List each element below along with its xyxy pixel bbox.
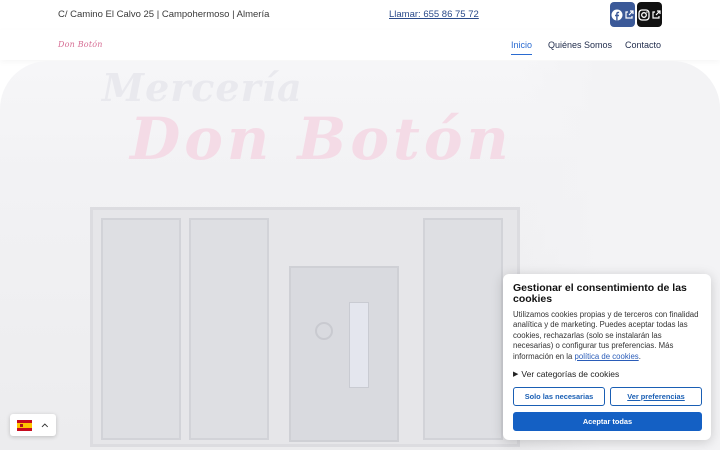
phone-link[interactable]: Llamar: 655 86 75 72 [389, 9, 479, 20]
shop-window-left [101, 218, 181, 440]
nav-item-contacto[interactable]: Contacto [625, 40, 661, 50]
top-bar: C/ Camino El Calvo 25 | Campohermoso | A… [0, 0, 720, 30]
facebook-icon [611, 9, 623, 20]
view-preferences-button[interactable]: Ver preferencias [610, 387, 702, 406]
instagram-icon [638, 8, 650, 21]
accept-all-button[interactable]: Aceptar todas [513, 412, 702, 431]
cookie-description: Utilizamos cookies propias y de terceros… [513, 310, 701, 362]
cookie-title: Gestionar el consentimiento de las cooki… [513, 282, 687, 305]
chevron-up-icon [41, 422, 49, 427]
instagram-link[interactable] [637, 2, 662, 27]
nav-item-inicio[interactable]: Inicio [511, 40, 533, 55]
site-logo[interactable]: Don Botón [58, 40, 103, 49]
cookie-button-row: Solo las necesarias Ver preferencias [513, 387, 702, 406]
door-sign-circle [315, 322, 333, 340]
main-navbar: Don Botón Inicio Quiénes Somos Contacto [0, 30, 720, 60]
store-sign-line1: Mercería [102, 65, 303, 110]
store-door [289, 266, 399, 442]
door-poster [349, 302, 369, 388]
cookie-policy-link[interactable]: política de cookies [575, 352, 639, 361]
cookie-categories-toggle[interactable]: ▶ Ver categorías de cookies [513, 369, 701, 379]
external-link-icon [652, 9, 661, 19]
disclosure-triangle-icon: ▶ [513, 371, 519, 379]
language-selector[interactable] [10, 414, 56, 436]
store-address: C/ Camino El Calvo 25 | Campohermoso | A… [58, 9, 270, 20]
spain-flag-icon [17, 419, 33, 431]
cookie-consent-panel: Gestionar el consentimiento de las cooki… [503, 274, 711, 440]
cookie-body-end: . [638, 351, 641, 361]
storefront [90, 207, 520, 447]
store-sign-line2: Don Botón [130, 105, 513, 173]
facebook-link[interactable] [610, 2, 635, 27]
cookie-categories-label: Ver categorías de cookies [521, 369, 620, 380]
shop-window-right [423, 218, 503, 440]
only-necessary-button[interactable]: Solo las necesarias [513, 387, 605, 406]
nav-item-quienes-somos[interactable]: Quiénes Somos [548, 40, 612, 50]
external-link-icon [625, 9, 634, 19]
shop-window-center [189, 218, 269, 440]
